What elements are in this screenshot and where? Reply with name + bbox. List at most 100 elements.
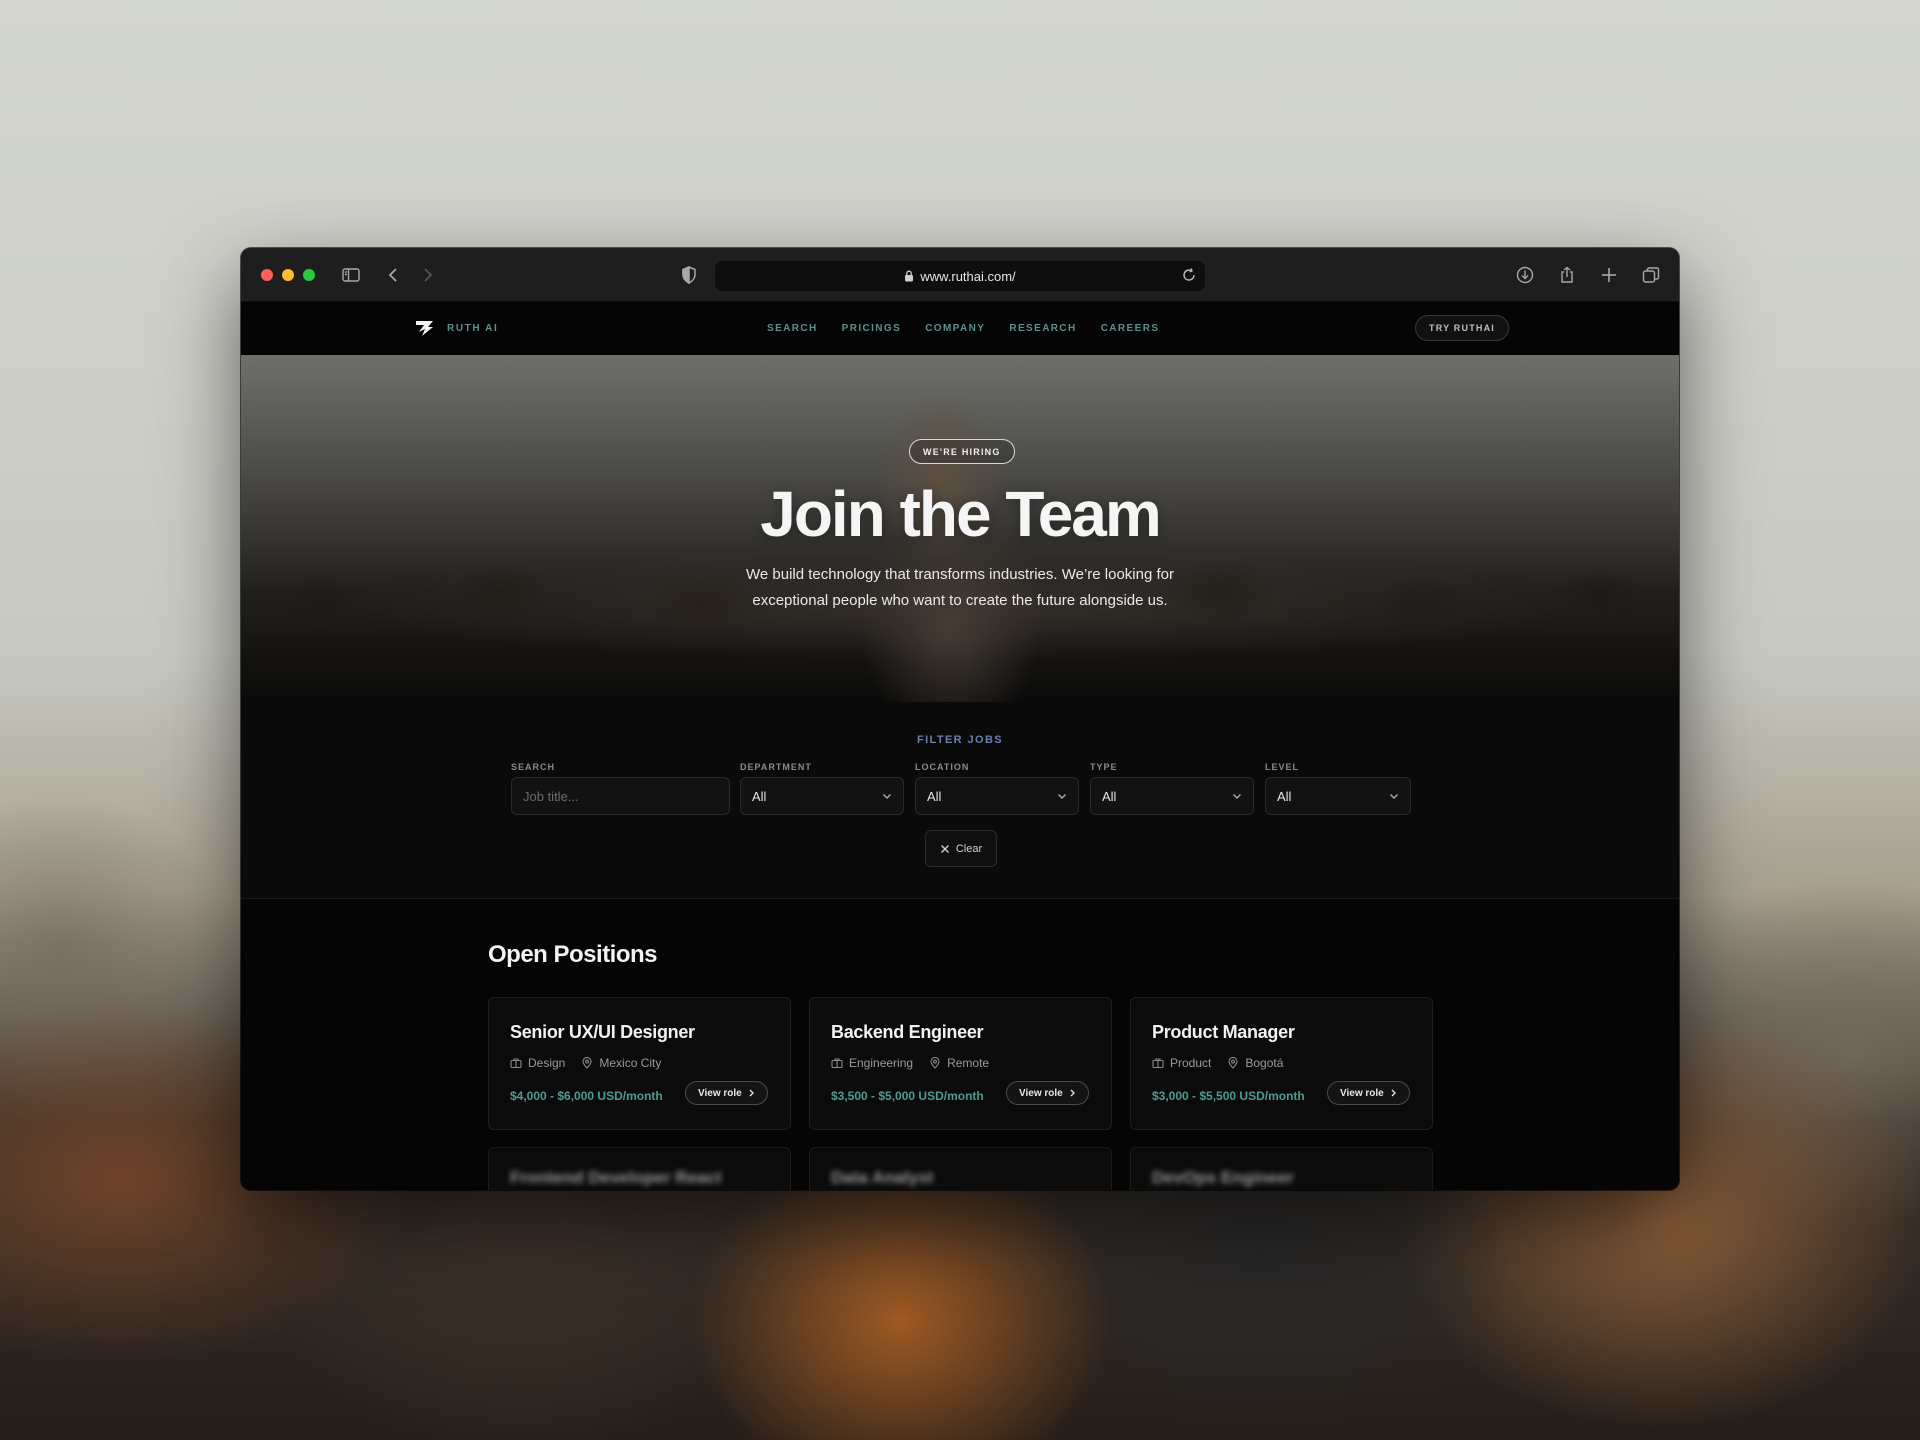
job-location-label: Remote [947, 1056, 990, 1070]
type-value: All [1102, 788, 1117, 804]
job-title: Product Manager [1152, 1022, 1295, 1042]
view-role-button[interactable]: View role [685, 1081, 768, 1105]
job-title: DevOps Engineer [1152, 1168, 1294, 1187]
hero-title: Join the Team [760, 478, 1162, 550]
type-label: TYPE [1090, 762, 1118, 772]
clear-label: Clear [955, 842, 983, 855]
window-controls [261, 269, 315, 281]
search-field: SEARCH Job title... [511, 762, 730, 815]
location-label: LOCATION [915, 762, 970, 772]
chevron-right-icon [749, 1089, 754, 1097]
share-icon[interactable] [1555, 263, 1579, 287]
level-value: All [1277, 788, 1292, 804]
hiring-badge: WE'RE HIRING [909, 439, 1015, 464]
main-nav: SEARCH PRICINGS COMPANY RESEARCH CAREERS [767, 323, 1159, 334]
filter-section: FILTER JOBS SEARCH Job title... DEPARTME… [241, 702, 1679, 899]
reload-icon[interactable] [1181, 267, 1197, 286]
job-title: Data Analyst [831, 1168, 934, 1187]
hero-section: WE'RE HIRING Join the Team We build tech… [241, 355, 1679, 702]
hero-subtitle-line: We build technology that transforms indu… [746, 566, 1174, 583]
job-location: Remote [929, 1056, 989, 1070]
downloads-icon[interactable] [1513, 263, 1537, 287]
tab-overview-icon[interactable] [1639, 263, 1663, 287]
nav-research[interactable]: RESEARCH [1009, 323, 1076, 334]
chevron-right-icon [1391, 1089, 1396, 1097]
type-field: TYPE All [1090, 762, 1254, 815]
view-role-button[interactable]: View role [1006, 1081, 1089, 1105]
back-icon[interactable] [382, 263, 406, 287]
job-card[interactable]: Product Manager Product Bogotá $3,000 - … [1130, 997, 1433, 1130]
job-department: Engineering [831, 1056, 913, 1070]
view-role-label: View role [1340, 1087, 1384, 1099]
job-department: Product [1152, 1056, 1211, 1070]
job-department-label: Product [1170, 1056, 1212, 1070]
maximize-window-button[interactable] [303, 269, 315, 281]
level-select[interactable]: All [1265, 777, 1411, 815]
view-role-button[interactable]: View role [1327, 1081, 1410, 1105]
job-title: Frontend Developer React [510, 1168, 722, 1187]
nav-company[interactable]: COMPANY [925, 323, 985, 334]
search-label: SEARCH [511, 762, 556, 772]
try-ruthai-button[interactable]: TRY RUTHAI [1415, 315, 1509, 341]
view-role-label: View role [1019, 1087, 1063, 1099]
url-text: www.ruthai.com/ [920, 268, 1016, 284]
map-pin-icon [582, 1057, 592, 1069]
job-location: Mexico City [581, 1056, 661, 1070]
job-card[interactable]: Senior UX/UI Designer Design Mexico City… [488, 997, 791, 1130]
job-location: Bogotá [1227, 1056, 1283, 1070]
nav-search[interactable]: SEARCH [767, 323, 818, 334]
shield-icon[interactable] [677, 263, 701, 287]
department-field: DEPARTMENT All [740, 762, 904, 815]
job-meta: Design Mexico City [510, 1056, 661, 1070]
job-salary: $3,500 - $5,000 USD/month [831, 1089, 984, 1103]
positions-section: Open Positions Senior UX/UI Designer Des… [241, 899, 1679, 1190]
department-value: All [752, 788, 767, 804]
job-title: Senior UX/UI Designer [510, 1022, 695, 1042]
chevron-down-icon [1058, 794, 1066, 799]
search-input[interactable]: Job title... [511, 777, 730, 815]
positions-title: Open Positions [488, 941, 658, 968]
department-label: DEPARTMENT [740, 762, 812, 772]
job-card[interactable]: Frontend Developer React [488, 1147, 791, 1190]
ruth-logo-icon [416, 321, 433, 336]
map-pin-icon [930, 1057, 940, 1069]
location-field: LOCATION All [915, 762, 1079, 815]
forward-icon[interactable] [415, 263, 439, 287]
new-tab-icon[interactable] [1597, 263, 1621, 287]
browser-window: www.ruthai.com/ RUTH AI SEARCH PRICINGS … [241, 248, 1679, 1190]
job-card[interactable]: DevOps Engineer [1130, 1147, 1433, 1190]
chevron-right-icon [1070, 1089, 1075, 1097]
address-bar[interactable]: www.ruthai.com/ [715, 261, 1205, 291]
chevron-down-icon [1233, 794, 1241, 799]
job-meta: Engineering Remote [831, 1056, 989, 1070]
job-card[interactable]: Backend Engineer Engineering Remote $3,5… [809, 997, 1112, 1130]
briefcase-icon [831, 1058, 843, 1069]
close-window-button[interactable] [261, 269, 273, 281]
browser-toolbar: www.ruthai.com/ [241, 248, 1679, 302]
briefcase-icon [510, 1058, 522, 1069]
clear-filters-button[interactable]: Clear [925, 830, 997, 867]
department-select[interactable]: All [740, 777, 904, 815]
nav-pricings[interactable]: PRICINGS [842, 323, 902, 334]
chevron-down-icon [883, 794, 891, 799]
brand-logo[interactable]: RUTH AI [415, 319, 498, 337]
lock-icon [904, 270, 914, 282]
sidebar-toggle-icon[interactable] [339, 263, 363, 287]
job-salary: $3,000 - $5,500 USD/month [1152, 1089, 1305, 1103]
job-title: Backend Engineer [831, 1022, 984, 1042]
job-card[interactable]: Data Analyst [809, 1147, 1112, 1190]
job-department: Design [510, 1056, 565, 1070]
level-label: LEVEL [1265, 762, 1300, 772]
nav-careers[interactable]: CAREERS [1101, 323, 1160, 334]
job-salary: $4,000 - $6,000 USD/month [510, 1089, 663, 1103]
job-meta: Product Bogotá [1152, 1056, 1283, 1070]
job-location-label: Bogotá [1245, 1056, 1284, 1070]
location-select[interactable]: All [915, 777, 1079, 815]
type-select[interactable]: All [1090, 777, 1254, 815]
job-department-label: Engineering [849, 1056, 914, 1070]
job-department-label: Design [528, 1056, 566, 1070]
minimize-window-button[interactable] [282, 269, 294, 281]
close-icon [940, 844, 949, 853]
job-location-label: Mexico City [599, 1056, 662, 1070]
briefcase-icon [1152, 1058, 1164, 1069]
